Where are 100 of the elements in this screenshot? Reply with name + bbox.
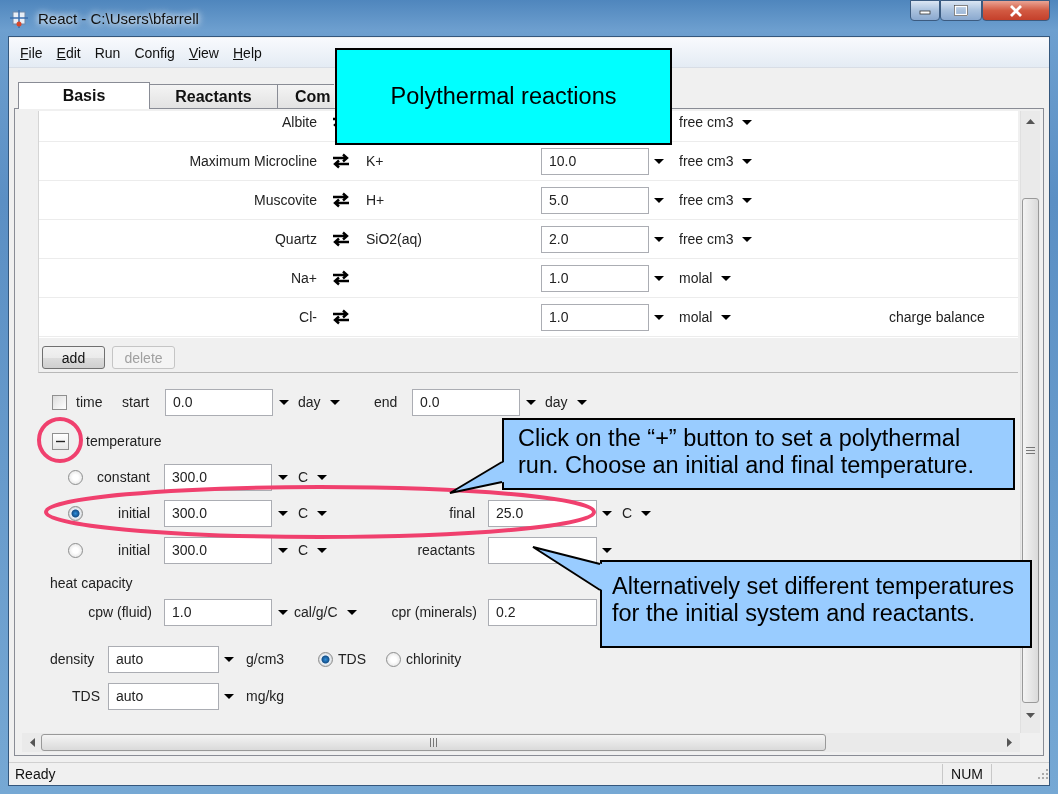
menu-item[interactable]: Run [87, 44, 128, 61]
tab[interactable]: Reactants [149, 84, 278, 108]
text-field[interactable]: 300.0 [164, 499, 272, 527]
menu-item[interactable]: File [13, 44, 50, 61]
dropdown-arrow-icon[interactable] [653, 313, 665, 321]
radio-button[interactable] [68, 505, 83, 521]
dropdown-arrow-icon[interactable] [601, 546, 613, 554]
mineral-name: Na+ [290, 270, 317, 286]
dropdown-arrow-icon[interactable] [741, 196, 754, 204]
checkbox[interactable] [52, 394, 67, 410]
radio-button[interactable] [386, 651, 401, 667]
app-icon [10, 10, 30, 28]
unit-dropdown[interactable]: molal [679, 309, 733, 325]
mineral-name: Cl- [299, 309, 317, 325]
unit-dropdown[interactable]: molal [679, 270, 733, 286]
text-field[interactable]: 1.0 [164, 598, 272, 626]
tab[interactable]: Com [277, 84, 334, 108]
unit-dropdown[interactable]: free cm3 [679, 153, 754, 169]
text-field[interactable]: 10.0 [541, 147, 649, 175]
dropdown-arrow-icon[interactable] [640, 509, 653, 517]
mineral-name: Albite [281, 114, 317, 130]
dropdown-arrow-icon[interactable] [277, 608, 289, 616]
dropdown-arrow-icon[interactable] [601, 509, 613, 517]
menu-item[interactable]: Config [127, 44, 182, 61]
swap-arrows-icon [331, 153, 351, 169]
tab[interactable]: Basis [18, 82, 150, 109]
field-label: start [122, 394, 151, 410]
maximize-button[interactable] [940, 0, 982, 21]
unit-dropdown[interactable]: day [298, 394, 346, 410]
text-field[interactable]: 2.0 [541, 225, 649, 253]
dropdown-arrow-icon[interactable] [525, 398, 537, 406]
scroll-up-arrow-icon[interactable] [1026, 119, 1035, 124]
dropdown-arrow-icon[interactable] [316, 546, 329, 554]
dropdown-arrow-icon[interactable] [720, 313, 733, 321]
dropdown-arrow-icon[interactable] [653, 274, 665, 282]
text-field[interactable]: 0.2 [488, 598, 597, 626]
scroll-left-arrow-icon[interactable] [30, 738, 35, 747]
resize-grip-icon[interactable] [1037, 767, 1049, 780]
scroll-thumb[interactable] [41, 734, 826, 751]
species-name: H+ [365, 192, 386, 208]
dropdown-arrow-icon[interactable] [741, 235, 754, 243]
unit-dropdown[interactable]: day [545, 394, 593, 410]
row-button[interactable]: add [42, 346, 105, 369]
minimize-button[interactable] [910, 0, 940, 21]
unit-dropdown[interactable]: free cm3 [679, 192, 754, 208]
menu-item[interactable]: View [181, 44, 226, 61]
scroll-right-arrow-icon[interactable] [1007, 738, 1012, 747]
dropdown-arrow-icon[interactable] [741, 157, 754, 165]
radio-button[interactable] [68, 469, 83, 485]
constraint-label: charge balance [888, 309, 986, 325]
unit-dropdown[interactable]: C [622, 505, 654, 521]
dropdown-arrow-icon[interactable] [575, 398, 588, 406]
highlight-circle [37, 417, 83, 463]
field-label: cpw (fluid) [87, 604, 152, 620]
text-field[interactable]: 1.0 [541, 264, 649, 292]
text-field[interactable]: 0.0 [412, 388, 520, 416]
expander-button[interactable] [52, 432, 69, 450]
radio-button[interactable] [68, 542, 83, 558]
dropdown-arrow-icon[interactable] [223, 692, 235, 700]
field-label: TDS [71, 688, 100, 704]
menu-item[interactable]: Help [226, 44, 269, 61]
window-title: React - C:\Users\bfarrell [38, 10, 199, 27]
scroll-thumb[interactable] [1022, 198, 1039, 703]
unit-dropdown[interactable]: cal/g/C [294, 604, 370, 620]
dropdown-arrow-icon[interactable] [316, 473, 329, 481]
dropdown-arrow-icon[interactable] [277, 546, 289, 554]
unit-dropdown[interactable]: C [298, 505, 330, 521]
dropdown-arrow-icon[interactable] [316, 509, 329, 517]
horizontal-scrollbar[interactable] [22, 733, 1020, 752]
text-field[interactable]: 0.0 [165, 388, 273, 416]
unit-dropdown[interactable]: free cm3 [679, 114, 754, 130]
checkbox-label: time [76, 394, 104, 410]
vertical-scrollbar[interactable] [1020, 111, 1040, 733]
text-field[interactable]: auto [108, 682, 219, 710]
dropdown-arrow-icon[interactable] [277, 509, 289, 517]
dropdown-arrow-icon[interactable] [223, 655, 235, 663]
dropdown-arrow-icon[interactable] [328, 398, 341, 406]
dropdown-arrow-icon[interactable] [653, 157, 665, 165]
dropdown-arrow-icon[interactable] [720, 274, 733, 282]
dropdown-arrow-icon[interactable] [653, 196, 665, 204]
text-field[interactable]: 5.0 [541, 186, 649, 214]
field-label: final [448, 505, 475, 521]
status-message: Ready [14, 765, 56, 782]
unit-dropdown[interactable]: C [298, 542, 330, 558]
unit-dropdown[interactable]: free cm3 [679, 231, 754, 247]
dropdown-arrow-icon[interactable] [278, 398, 290, 406]
dropdown-arrow-icon[interactable] [277, 473, 289, 481]
radio-button[interactable] [318, 651, 333, 667]
text-field[interactable]: auto [108, 645, 219, 673]
close-button[interactable] [982, 0, 1050, 21]
scroll-down-arrow-icon[interactable] [1026, 713, 1035, 718]
field-label: reactants [416, 542, 475, 558]
dropdown-arrow-icon[interactable] [741, 118, 754, 126]
section-label: temperature [86, 433, 162, 449]
dropdown-arrow-icon[interactable] [345, 608, 358, 616]
text-field[interactable]: 1.0 [541, 303, 649, 331]
unit-dropdown[interactable]: C [298, 469, 330, 485]
dropdown-arrow-icon[interactable] [653, 235, 665, 243]
menu-item[interactable]: Edit [49, 44, 88, 61]
text-field[interactable]: 300.0 [164, 536, 272, 564]
